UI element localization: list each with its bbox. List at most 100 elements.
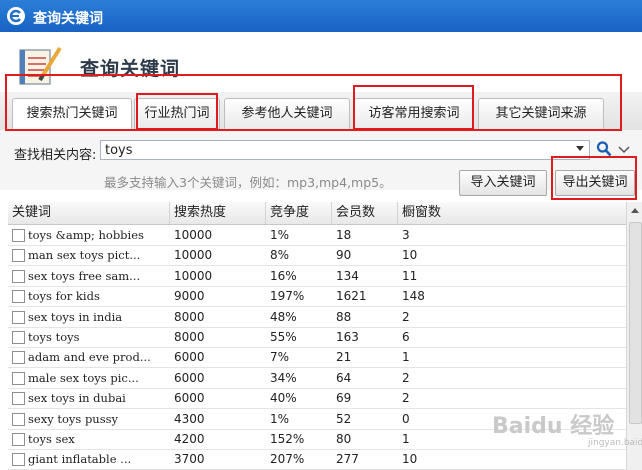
tab-other-keyword-sources[interactable]: 其它关键词来源 [478, 98, 604, 129]
table-row[interactable]: toys for kids 9000 197% 1621 148 [8, 286, 626, 308]
cell-members: 277 [336, 452, 359, 467]
title-bar: 查询关键词 [0, 0, 642, 32]
cell-search-heat: 10000 [174, 268, 213, 283]
table-row[interactable]: man sex toys pict... 10000 8% 90 10 [8, 245, 626, 267]
cell-competition: 8% [270, 248, 290, 263]
cell-competition: 34% [270, 370, 297, 385]
table-row[interactable]: giant inflatable ... 3700 207% 277 10 [8, 449, 626, 470]
dropdown-arrow-icon[interactable] [576, 146, 584, 151]
cell-keyword: sexy toys pussy [28, 411, 119, 426]
cell-showcases: 6 [402, 330, 410, 344]
cell-competition: 1% [270, 411, 290, 426]
window-title: 查询关键词 [33, 11, 103, 27]
cell-showcases: 2 [402, 370, 410, 385]
cell-search-heat: 9000 [174, 289, 205, 304]
table-row[interactable]: toys toys 8000 55% 163 6 [8, 327, 626, 348]
cell-members: 88 [336, 309, 352, 324]
cell-showcases: 10 [402, 452, 418, 467]
search-hint: 最多支持输入3个关键词，例如：mp3,mp4,mp5。 [104, 175, 392, 190]
import-keywords-button[interactable]: 导入关键词 [459, 170, 547, 196]
cell-showcases: 3 [402, 228, 410, 242]
cell-search-heat: 8000 [174, 309, 205, 324]
column-header-showcases[interactable]: 橱窗数 [398, 202, 626, 224]
cell-showcases: 2 [402, 309, 410, 324]
watermark-text: Baidu 经验 [492, 414, 615, 439]
cell-members: 21 [336, 350, 352, 365]
search-icon[interactable] [596, 140, 612, 158]
dialog-header: 查询关键词 [0, 32, 642, 92]
cell-members: 134 [336, 268, 359, 283]
cell-members: 90 [336, 248, 352, 263]
cell-showcases: 148 [402, 289, 425, 304]
column-header-members[interactable]: 会员数 [332, 202, 398, 224]
cell-competition: 55% [270, 330, 297, 344]
cell-competition: 197% [270, 289, 305, 304]
table-row[interactable]: male sex toys pic... 6000 34% 64 2 [8, 368, 626, 389]
column-header-competition[interactable]: 竞争度 [266, 202, 332, 224]
cell-showcases: 1 [402, 350, 410, 365]
cell-competition: 48% [270, 309, 297, 324]
cell-competition: 207% [270, 452, 305, 467]
tab-visitor-search-terms[interactable]: 访客常用搜索词 [354, 98, 474, 129]
chevron-down-icon[interactable] [618, 144, 630, 154]
export-keywords-button[interactable]: 导出关键词 [555, 170, 635, 196]
cell-members: 1621 [336, 289, 367, 304]
cell-members: 69 [336, 391, 352, 406]
cell-keyword: man sex toys pict... [28, 248, 141, 263]
cell-showcases: 2 [402, 391, 410, 406]
cell-search-heat: 6000 [174, 350, 205, 365]
cell-competition: 7% [270, 350, 290, 365]
cell-search-heat: 8000 [174, 330, 205, 344]
cell-search-heat: 4200 [174, 432, 205, 446]
cell-search-heat: 6000 [174, 370, 205, 385]
cell-search-heat: 4300 [174, 411, 205, 426]
cell-competition: 152% [270, 432, 305, 446]
cell-members: 52 [336, 411, 352, 426]
cell-competition: 40% [270, 391, 297, 406]
table-row[interactable]: sex toys in dubai 6000 40% 69 2 [8, 388, 626, 410]
cell-keyword: male sex toys pic... [28, 370, 139, 385]
table-header: 关键词 搜索热度 竞争度 会员数 橱窗数 [8, 202, 626, 225]
notebook-pen-icon [16, 44, 64, 88]
cell-search-heat: 10000 [174, 228, 213, 242]
cell-showcases: 10 [402, 248, 418, 263]
scrollbar-thumb[interactable] [629, 222, 642, 424]
cell-keyword: toys &amp; hobbies [28, 228, 144, 242]
app-logo-icon [7, 7, 25, 25]
cell-search-heat: 3700 [174, 452, 205, 467]
scroll-up-icon[interactable] [631, 208, 639, 213]
table-row[interactable]: adam and eve prod... 6000 7% 21 1 [8, 347, 626, 369]
cell-keyword: sex toys in dubai [28, 391, 126, 406]
table-row[interactable]: toys &amp; hobbies 10000 1% 18 3 [8, 225, 626, 246]
tab-reference-keywords[interactable]: 参考他人关键词 [224, 98, 350, 129]
cell-keyword: toys for kids [28, 289, 100, 304]
cell-members: 163 [336, 330, 359, 344]
cell-competition: 16% [270, 268, 297, 283]
watermark-subtext: jingyan.baidu.com [588, 438, 642, 448]
column-header-search-heat[interactable]: 搜索热度 [170, 202, 266, 224]
table-row[interactable]: sex toys in india 8000 48% 88 2 [8, 307, 626, 328]
tab-bar: 搜索热门关键词 行业热门词 参考他人关键词 访客常用搜索词 其它关键词来源 [0, 92, 642, 131]
table-row[interactable]: sex toys free sam... 10000 16% 134 11 [8, 266, 626, 287]
tab-hot-keywords[interactable]: 搜索热门关键词 [12, 98, 132, 130]
cell-members: 64 [336, 370, 352, 385]
search-panel: 查找相关内容: toys 最多支持输入3个关键词，例如：mp3,mp4,mp5。… [0, 130, 642, 196]
column-header-keyword[interactable]: 关键词 [8, 202, 170, 224]
tab-industry-hot-words[interactable]: 行业热门词 [134, 98, 220, 129]
cell-keyword: sex toys free sam... [28, 268, 141, 283]
search-input[interactable]: toys [100, 140, 590, 160]
cell-keyword: toys toys [28, 330, 80, 344]
cell-competition: 1% [270, 228, 290, 242]
cell-showcases: 11 [402, 268, 418, 283]
cell-keyword: giant inflatable ... [28, 452, 132, 467]
cell-keyword: toys sex [28, 432, 75, 446]
page-title: 查询关键词 [80, 58, 181, 80]
cell-members: 18 [336, 228, 352, 242]
cell-keyword: sex toys in india [28, 309, 123, 324]
cell-search-heat: 10000 [174, 248, 213, 263]
cell-search-heat: 6000 [174, 391, 205, 406]
cell-keyword: adam and eve prod... [28, 350, 151, 365]
search-label: 查找相关内容: [14, 148, 97, 163]
watermark: Baidu 经验 jingyan.baidu.com [492, 408, 642, 452]
cell-members: 80 [336, 432, 352, 446]
